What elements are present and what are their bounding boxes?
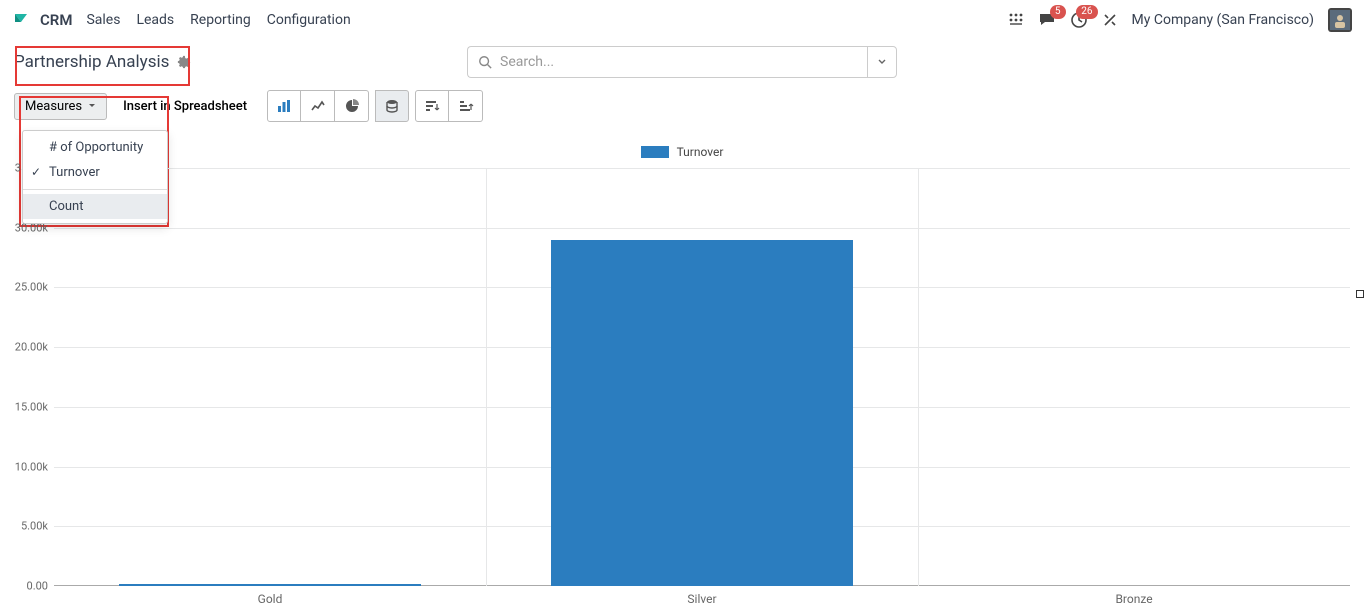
legend-label: Turnover xyxy=(677,145,724,159)
x-gridline xyxy=(486,168,487,586)
nav-right: 5 26 My Company (San Francisco) xyxy=(1008,8,1352,32)
dialpad-icon[interactable] xyxy=(1008,12,1024,28)
line-chart-button[interactable] xyxy=(301,90,335,122)
y-tick-label: 10.00k xyxy=(15,460,54,473)
search-wrap: Search... xyxy=(467,46,897,78)
search-placeholder: Search... xyxy=(500,54,554,70)
pie-chart-button[interactable] xyxy=(335,90,369,122)
top-nav: CRM Sales Leads Reporting Configuration … xyxy=(0,0,1364,40)
nav-item-configuration[interactable]: Configuration xyxy=(267,12,351,28)
y-tick-label: 25.00k xyxy=(15,281,54,294)
app-logo-icon xyxy=(12,11,30,29)
x-tick-label: Gold xyxy=(258,586,283,606)
line-chart-icon xyxy=(310,98,326,114)
user-avatar[interactable] xyxy=(1328,8,1352,32)
sort-group xyxy=(415,90,483,122)
sort-desc-icon xyxy=(424,98,440,114)
page-title: Partnership Analysis xyxy=(14,52,169,72)
sort-asc-button[interactable] xyxy=(449,90,483,122)
stack-group xyxy=(375,90,409,122)
page-title-wrap: Partnership Analysis xyxy=(14,52,191,72)
tools-icon[interactable] xyxy=(1102,12,1118,28)
gridline xyxy=(54,168,1350,169)
measure-count-label: Count xyxy=(49,199,83,214)
gear-icon[interactable] xyxy=(177,55,191,69)
search-icon xyxy=(478,55,492,69)
chat-badge: 5 xyxy=(1050,5,1066,19)
chat-icon[interactable]: 5 xyxy=(1038,11,1056,29)
chart-legend: Turnover xyxy=(10,142,1354,162)
x-tick-label: Silver xyxy=(687,586,716,606)
measures-dropdown: # of Opportunity Turnover Count xyxy=(22,130,168,224)
nav-item-leads[interactable]: Leads xyxy=(136,12,174,28)
title-row: Partnership Analysis Search... xyxy=(0,40,1364,84)
measures-label: Measures xyxy=(25,99,82,114)
x-tick-label: Bronze xyxy=(1115,586,1152,606)
spreadsheet-label: Insert in Spreadsheet xyxy=(123,99,247,114)
dropdown-separator xyxy=(23,189,167,190)
bar-chart-button[interactable] xyxy=(267,90,301,122)
chart-area: Turnover 0.005.00k10.00k15.00k20.00k25.0… xyxy=(10,142,1354,610)
measure-turnover-label: Turnover xyxy=(49,165,100,180)
legend-swatch xyxy=(641,146,669,158)
chevron-down-icon xyxy=(878,58,886,66)
chart-plot: 0.005.00k10.00k15.00k20.00k25.00k30.00k3… xyxy=(54,168,1350,586)
measure-opportunity[interactable]: # of Opportunity xyxy=(23,135,167,160)
chart-type-group xyxy=(267,90,369,122)
company-name[interactable]: My Company (San Francisco) xyxy=(1132,12,1314,28)
caret-down-icon xyxy=(88,102,96,110)
insert-spreadsheet-button[interactable]: Insert in Spreadsheet xyxy=(113,94,257,119)
toolbar: Measures Insert in Spreadsheet xyxy=(0,84,1364,130)
nav-item-reporting[interactable]: Reporting xyxy=(190,12,251,28)
stacked-button[interactable] xyxy=(375,90,409,122)
measure-opportunity-label: # of Opportunity xyxy=(49,140,143,155)
y-tick-label: 0.00 xyxy=(27,580,54,593)
y-tick-label: 5.00k xyxy=(21,520,54,533)
measure-turnover[interactable]: Turnover xyxy=(23,160,167,185)
x-gridline xyxy=(918,168,919,586)
gridline xyxy=(54,228,1350,229)
search-dropdown-toggle[interactable] xyxy=(867,46,897,78)
nav-item-sales[interactable]: Sales xyxy=(86,12,120,28)
activity-badge: 26 xyxy=(1076,5,1097,19)
activity-clock-icon[interactable]: 26 xyxy=(1070,11,1088,29)
y-tick-label: 15.00k xyxy=(15,400,54,413)
bar-chart-icon xyxy=(276,98,292,114)
stack-icon xyxy=(384,98,400,114)
measures-button[interactable]: Measures xyxy=(14,93,107,120)
measure-count[interactable]: Count xyxy=(23,194,167,219)
sort-asc-icon xyxy=(458,98,474,114)
sort-desc-button[interactable] xyxy=(415,90,449,122)
y-tick-label: 20.00k xyxy=(15,341,54,354)
search-input[interactable]: Search... xyxy=(467,46,867,78)
pie-chart-icon xyxy=(344,98,360,114)
side-handle-icon[interactable] xyxy=(1356,290,1364,298)
app-name[interactable]: CRM xyxy=(40,11,72,29)
bar-silver[interactable] xyxy=(551,240,853,586)
